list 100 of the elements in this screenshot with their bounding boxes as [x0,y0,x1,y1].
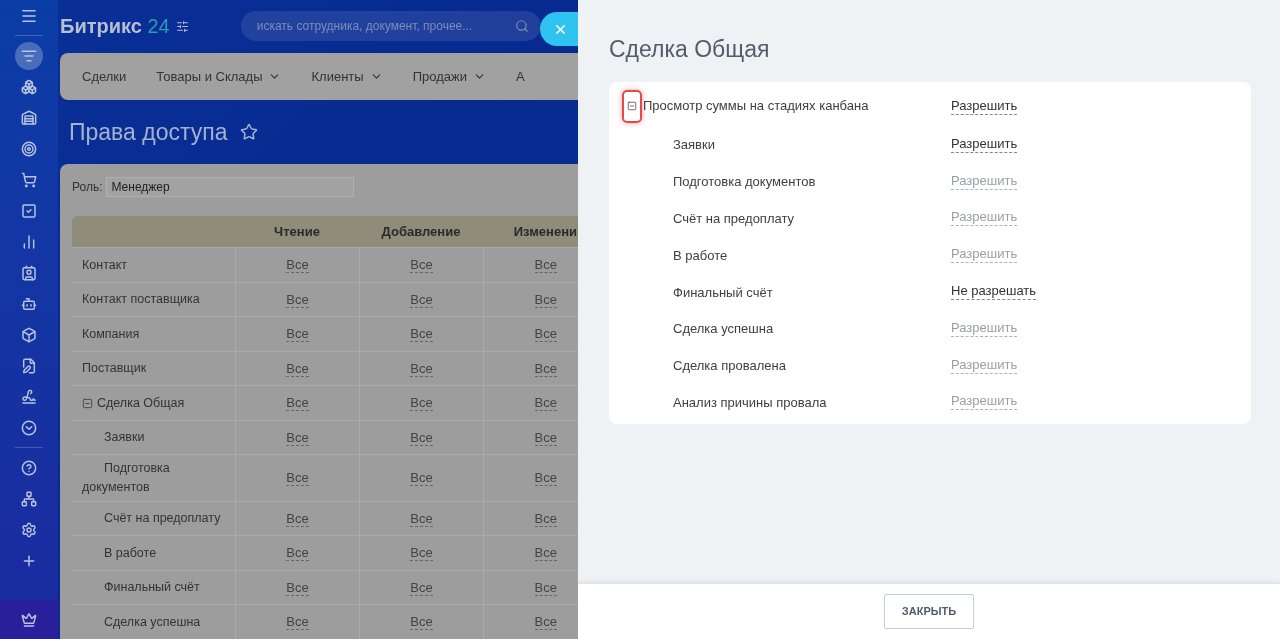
collapse-icon [627,101,637,111]
row-label: Контакт поставщика [82,291,200,309]
permission-link[interactable]: Все [410,395,433,412]
permission-link[interactable]: Все [534,360,557,377]
role-field[interactable]: Менеджер [106,177,355,198]
robot-icon[interactable] [21,295,37,312]
permission-link[interactable]: Все [534,614,557,631]
permission-link[interactable]: Все [410,510,433,527]
row-label: В работе [103,544,157,562]
permission-value[interactable]: Разрешить [951,356,1018,374]
nav-tab[interactable]: Сделки [82,66,127,87]
row-label: Заявки [103,429,145,447]
collapse-icon[interactable] [82,397,93,409]
nav-tab[interactable]: А [515,66,525,87]
help-icon[interactable] [21,459,37,476]
role-label: Роль: [72,179,103,197]
contact-card-icon[interactable] [21,264,37,281]
chevron-circle-icon[interactable] [21,419,37,436]
permission-link[interactable]: Все [534,291,557,308]
column-header: Добавление [381,223,461,242]
warehouse-icon[interactable] [21,109,37,126]
nav-tab[interactable]: Клиенты [311,66,383,87]
permission-link[interactable]: Все [286,360,309,377]
permission-link[interactable]: Все [286,545,309,562]
permission-value[interactable]: Разрешить [951,393,1018,411]
permission-link[interactable]: Все [534,395,557,412]
cart-icon[interactable] [21,171,37,188]
circles-icon[interactable] [21,78,37,95]
task-icon[interactable] [21,202,37,219]
brand-logo[interactable]: Битрикс 24 [60,11,170,42]
permission-value[interactable]: Разрешить [951,209,1018,227]
page-title: Права доступа [69,118,228,148]
permission-label: Подготовка документов [673,174,816,190]
column-header: Изменени [513,223,577,242]
search-icon[interactable] [514,19,529,34]
permission-link[interactable]: Все [410,257,433,274]
crown-icon[interactable] [21,612,37,628]
permission-link[interactable]: Все [286,510,309,527]
permission-label: Анализ причины провала [673,394,827,410]
star-icon[interactable] [239,123,258,142]
permission-label: Просмотр суммы на стадиях канбана [643,97,869,116]
row-label: Компания [82,325,140,343]
row-label: Поставщик [82,360,147,378]
chart-icon[interactable] [21,233,37,250]
permission-link[interactable]: Все [410,545,433,562]
signature-icon[interactable] [21,388,37,405]
permission-link[interactable]: Все [410,326,433,343]
row-label: Сделка Общая [97,394,185,412]
permission-link[interactable]: Все [286,291,309,308]
permission-link[interactable]: Все [534,326,557,343]
permission-value[interactable]: Разрешить [951,135,1018,153]
network-icon[interactable] [21,490,37,507]
permission-label: Сделка успешна [673,321,774,337]
permission-value[interactable]: Разрешить [951,246,1018,264]
permission-link[interactable]: Все [286,429,309,446]
row-label: Подготовка документов [82,460,171,497]
permission-link[interactable]: Все [534,510,557,527]
permission-link[interactable]: Все [410,429,433,446]
permission-label: Счёт на предоплату [673,211,795,226]
permission-link[interactable]: Все [410,360,433,377]
permission-link[interactable]: Все [534,545,557,562]
permission-link[interactable]: Все [286,257,309,274]
close-panel-button[interactable]: ЗАКРЫТЬ [883,594,975,629]
permission-link[interactable]: Все [286,614,309,631]
permission-value[interactable]: Разрешить [951,172,1018,190]
permission-link[interactable]: Все [410,470,433,487]
settings-icon[interactable] [21,521,37,538]
permission-link[interactable]: Все [410,614,433,631]
permission-label: Финальный счёт [673,284,773,300]
row-label: Счёт на предоплату [103,510,221,528]
permission-value[interactable]: Не разрешать [951,283,1037,301]
row-label: Финальный счёт [103,579,200,597]
collapse-toggle[interactable] [622,89,642,123]
permission-link[interactable]: Все [534,429,557,446]
row-label: Контакт [82,256,127,274]
close-button[interactable] [540,12,578,46]
box-icon[interactable] [21,326,37,343]
panel-title: Сделка Общая [609,35,771,64]
sliders-icon[interactable] [175,19,189,33]
target-icon[interactable] [21,140,37,157]
permission-link[interactable]: Все [286,470,309,487]
permission-label: В работе [673,247,728,263]
permission-link[interactable]: Все [286,326,309,343]
permission-link[interactable]: Все [534,470,557,487]
permission-link[interactable]: Все [286,579,309,596]
permission-value[interactable]: Разрешить [951,319,1018,337]
permission-link[interactable]: Все [534,579,557,596]
permission-label: Заявки [673,137,715,153]
permission-link[interactable]: Все [410,579,433,596]
nav-tab[interactable]: Товары и Склады [156,66,282,87]
row-label: Сделка успешна [103,613,201,631]
column-header: Чтение [274,223,320,242]
document-edit-icon[interactable] [21,357,37,374]
permission-link[interactable]: Все [286,395,309,412]
permission-link[interactable]: Все [410,291,433,308]
nav-tab[interactable]: Продажи [412,66,486,87]
permission-value[interactable]: Разрешить [951,97,1018,115]
filter-icon[interactable] [15,41,43,70]
permission-label: Сделка провалена [673,358,786,374]
permission-link[interactable]: Все [534,257,557,274]
